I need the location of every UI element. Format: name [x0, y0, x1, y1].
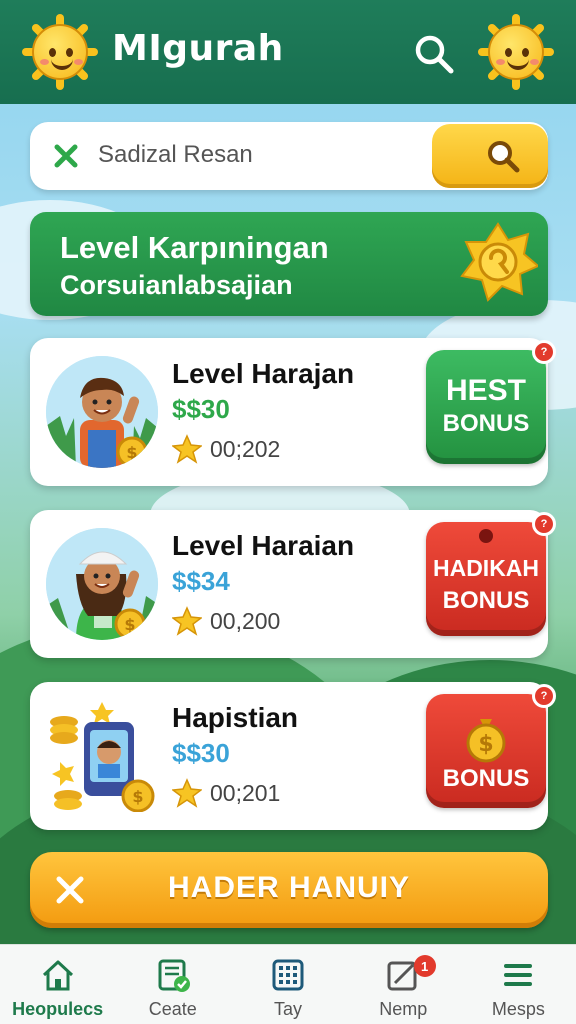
- nav-label: Tay: [274, 999, 303, 1019]
- avatar: $: [46, 528, 158, 640]
- list-item[interactable]: $ Hapistian $$30 00;201 $ BONUS ?: [30, 682, 556, 830]
- bonus-title: HEST: [445, 374, 526, 407]
- nav-badge: 1: [413, 955, 436, 977]
- card-title: Level Haraian: [172, 530, 355, 561]
- close-icon[interactable]: [50, 140, 82, 172]
- grid-icon: [272, 959, 304, 991]
- bonus-title: HADIKAH: [432, 555, 540, 581]
- search-icon[interactable]: [412, 32, 456, 76]
- bonus-button[interactable]: $ BONUS ?: [426, 684, 556, 808]
- star-icon: [172, 778, 202, 808]
- primary-cta-button[interactable]: HADER HANUIY: [30, 852, 548, 928]
- nav-item-nemp[interactable]: 1 Nemp: [346, 945, 461, 1024]
- list-item[interactable]: $ Level Haraian $$34 00,200 HADIKAH BONU…: [30, 510, 556, 658]
- cta-label: HADER HANUIY: [167, 871, 410, 904]
- app-title: MIgurah: [112, 28, 284, 69]
- svg-text:$: $: [124, 615, 135, 634]
- sun-mascot-icon[interactable]: [478, 14, 554, 90]
- phone-coins-icon: $: [46, 700, 158, 812]
- bonus-label: BONUS: [442, 587, 530, 614]
- nav-item-create[interactable]: Ceate: [115, 945, 230, 1024]
- gold-star-badge-icon: [460, 222, 538, 302]
- money-bag-icon: $: [466, 719, 506, 763]
- notification-badge: ?: [532, 512, 556, 536]
- svg-text:$: $: [478, 732, 493, 757]
- banner-subtitle: Corsuianlabsajian: [60, 270, 293, 300]
- list-item[interactable]: $ Level Harajan $$30 00;202 HEST BONUS ?: [30, 338, 556, 486]
- card-count: 00;201: [210, 779, 281, 806]
- notification-badge: ?: [532, 340, 556, 364]
- nav-item-home[interactable]: Heopulecs: [0, 945, 115, 1024]
- banner-title: Level Karpıningan: [60, 230, 329, 265]
- document-icon: [158, 959, 190, 992]
- nav-label: Mesps: [491, 999, 545, 1019]
- card-price: $$30: [172, 394, 230, 424]
- sun-mascot-icon: [22, 14, 98, 90]
- bonus-label: BONUS: [442, 765, 530, 792]
- nav-label: Nemp: [379, 999, 428, 1019]
- level-banner[interactable]: Level Karpıningan Corsuianlabsajian: [30, 212, 548, 316]
- nav-label: Ceate: [148, 999, 197, 1019]
- notification-badge: ?: [532, 684, 556, 708]
- home-icon: [42, 960, 73, 991]
- bottom-nav: Heopulecs Ceate Tay 1 Nemp Mesps: [0, 944, 576, 1024]
- star-icon: [172, 434, 202, 464]
- drop-icon: [479, 529, 493, 543]
- menu-icon: [504, 964, 533, 986]
- svg-text:$: $: [132, 787, 143, 806]
- app-header: MIgurah: [0, 0, 576, 104]
- card-title: Hapistian: [172, 702, 299, 733]
- card-price: $$34: [172, 566, 230, 596]
- card-count: 00;202: [210, 435, 281, 462]
- bonus-label: BONUS: [442, 410, 530, 437]
- bonus-button[interactable]: HEST BONUS ?: [426, 340, 556, 464]
- star-icon: [172, 606, 202, 636]
- search-button[interactable]: [432, 124, 548, 188]
- nav-item-tay[interactable]: Tay: [230, 945, 345, 1024]
- card-price: $$30: [172, 738, 230, 768]
- search-icon: [488, 141, 520, 173]
- card-count: 00,200: [210, 607, 281, 634]
- avatar: $: [46, 356, 158, 468]
- search-bar[interactable]: Sadizal Resan: [30, 122, 548, 190]
- nav-item-menu[interactable]: Mesps: [461, 945, 576, 1024]
- search-input[interactable]: Sadizal Resan: [98, 141, 253, 169]
- svg-text:$: $: [126, 443, 137, 462]
- nav-label: Heopulecs: [12, 999, 104, 1019]
- card-title: Level Harajan: [172, 358, 355, 389]
- bonus-button[interactable]: HADIKAH BONUS ?: [426, 512, 556, 636]
